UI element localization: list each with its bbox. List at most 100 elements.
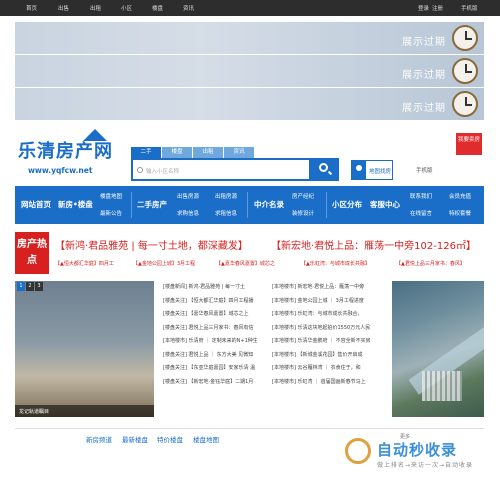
nav-rent-listings[interactable]: 出租房源 [215,192,237,200]
nav-new-house[interactable]: 新房•楼盘 [58,199,93,210]
search-tab-property[interactable]: 楼盘 [162,147,192,158]
search-button[interactable] [311,158,339,181]
tab-latest-properties[interactable]: 最新楼盘 [122,434,148,444]
list-item[interactable]: [楼盘关注] 君悦上品三月家书：春风有信 [163,322,277,336]
hot-headline-2[interactable]: 【新宏地·君悦上品：雁荡一中旁102-126㎡】 [271,237,476,252]
top-mobile-link[interactable]: 手机版 [461,4,478,12]
top-nav-bar: 首页 出售 出租 小区 楼盘 资讯 登录 注册 手机版 [0,0,500,16]
list-item[interactable]: [本地楼市] 云谷雁林湾 ｜ 衣食住于，和 [272,362,386,376]
nav-divider [247,192,248,218]
login-link[interactable]: 登录 [418,4,429,12]
map-search-button[interactable]: 地图找房 [351,160,393,180]
nav-service[interactable]: 客服中心 [370,199,400,210]
top-link-news[interactable]: 资讯 [183,4,194,12]
nav-divider [326,192,327,218]
list-item[interactable]: [本地楼市] 乐清华金鹏府 ｜ 不容全新不买房 [272,335,386,349]
watermark: 自动秒收录 做上排名→来访一次→自动收录 [345,438,495,478]
aerial-city-image[interactable] [392,281,484,417]
ad-expired-label: 展示过期 [402,37,446,48]
register-link[interactable]: 注册 [432,4,443,12]
search-tab-news[interactable]: 资讯 [224,147,254,158]
clock-icon [452,91,478,117]
tab-special-price[interactable]: 特价楼盘 [157,434,183,444]
top-link-property[interactable]: 楼盘 [152,4,163,12]
ad-banner-3[interactable]: 展示过期 [15,88,484,120]
watermark-title: 自动秒收录 [377,441,458,459]
clock-icon [452,25,478,51]
hot-tag: 房产热点 [15,232,49,274]
ad-banner-1[interactable]: 展示过期 [15,22,484,54]
nav-property-map[interactable]: 楼盘地图 [100,192,122,200]
list-item[interactable]: [本地楼市] 乐清府 ｜ 定制未来的N+1种生 [163,335,277,349]
clock-icon [452,58,478,84]
search-input[interactable]: 输入小区名称 [131,158,311,181]
nav-home[interactable]: 网站首页 [21,199,51,210]
list-item[interactable]: [楼盘关注] 【恒大都汇华庭】四月工程播 [163,295,277,309]
magnifier-icon [319,163,328,172]
nav-sale-listings[interactable]: 出售房源 [177,192,199,200]
watermark-logo-icon [345,438,371,464]
nav-communities[interactable]: 小区分布 [332,199,362,210]
mobile-version-link[interactable]: 手机版 [416,166,433,174]
nav-second-hand[interactable]: 二手房产 [137,199,167,210]
hot-link[interactable]: 【▲嘉华春风嘉置】城芯之 [216,260,275,267]
slide-pager: 123 [17,282,44,291]
hot-link[interactable]: 【▲金地公园上城】3月工程 [133,260,195,267]
site-logo[interactable]: 乐清房产网 [18,137,113,163]
search-icon [137,167,143,173]
slide-page-3[interactable]: 3 [35,282,43,291]
nav-rent-wanted[interactable]: 求租信息 [215,209,237,217]
list-item[interactable]: [本地楼市] 乐清这块地起拍价1550万元人民 [272,322,386,336]
nav-broker[interactable]: 房产经纪 [292,192,314,200]
hot-link[interactable]: 【▲君悦上品三月家书：春风】 [396,260,465,267]
ad-expired-label: 展示过期 [402,103,446,114]
list-item[interactable]: [本地楼市] 乐虹湾：与城市成长共融合， [272,308,386,322]
list-item[interactable]: [楼盘关注] 【新宏地·金钰华庭】二期1月 [163,376,277,390]
list-item[interactable]: [楼盘关注] 【嘉华春风嘉置】城芯之上 [163,308,277,322]
main-nav: 网站首页 新房•楼盘 楼盘地图 最新公告 二手房产 出售房源 求购信息 出租房源… [15,186,484,224]
tab-new-house-channel[interactable]: 新房频道 [86,434,112,444]
ad-expired-label: 展示过期 [402,70,446,81]
hot-properties: 房产热点 【新鸿·君品雅苑 | 每一寸土地，都深藏发】 【新宏地·君悦上品：雁荡… [15,232,484,274]
nav-recharge[interactable]: 会员充值 [449,192,471,200]
list-item[interactable]: [本地楼市] 乐虹湾 ｜ 首届国画新春节马上 [272,376,386,390]
map-search-label: 地图找房 [369,169,392,175]
search-placeholder: 输入小区名称 [146,169,180,175]
top-link-sale[interactable]: 出售 [58,4,69,12]
list-item[interactable]: [楼盘关注] 君悦上品 ｜ 东方大美 见微知 [163,349,277,363]
news-slideshow[interactable]: 123 龙记轨道瞩目 [15,281,154,417]
list-item[interactable]: [本地楼市] 新宏地·君悦上品：雁荡一中旁 [272,281,386,295]
map-pin-icon [352,161,366,179]
news-list-2: [本地楼市] 新宏地·君悦上品：雁荡一中旁 [本地楼市] 金地公园上城 ｜ 3月… [272,281,386,389]
nav-vip-package[interactable]: 特权套餐 [449,209,471,217]
nav-notice[interactable]: 最新公告 [100,209,122,217]
slide-page-1[interactable]: 1 [17,282,25,291]
site-url: www.yqfcw.net [28,166,93,175]
nav-contact[interactable]: 联系我们 [410,192,432,200]
news-list-1: [楼盘新闻] 新鸿·君品雅苑 | 每一寸土 [楼盘关注] 【恒大都汇华庭】四月工… [163,281,277,389]
hot-headline-1[interactable]: 【新鸿·君品雅苑 | 每一寸土地，都深藏发】 [55,237,248,252]
nav-message[interactable]: 在线留言 [410,209,432,217]
nav-decoration[interactable]: 装修设计 [292,209,314,217]
nav-wanted[interactable]: 求购信息 [177,209,199,217]
ad-banner-2[interactable]: 展示过期 [15,55,484,87]
list-item[interactable]: [本地楼市] 【新城金溪花园】售价开启成 [272,349,386,363]
list-item[interactable]: [本地楼市] 金地公园上城 ｜ 3月工程进度 [272,295,386,309]
slide-page-2[interactable]: 2 [26,282,34,291]
nav-agents[interactable]: 中介名录 [254,199,284,210]
slide-caption: 龙记轨道瞩目 [15,405,154,417]
list-item[interactable]: [楼盘新闻] 新鸿·君品雅苑 | 每一寸土 [163,281,277,295]
top-link-home[interactable]: 首页 [26,4,37,12]
top-link-rent[interactable]: 出租 [90,4,101,12]
buildings-shape [422,371,462,401]
hot-link[interactable]: 【▲恒大都汇华庭】四月工 [55,260,114,267]
search-tab-rent[interactable]: 出租 [193,147,223,158]
sell-house-badge[interactable]: 我要卖房 [456,133,482,155]
hot-link[interactable]: 【▲乐虹湾：与城市成长共融】 [301,260,370,267]
tab-property-map[interactable]: 楼盘地图 [193,434,219,444]
top-link-community[interactable]: 小区 [121,4,132,12]
list-item[interactable]: [楼盘关注] 【东亚华庭嘉园】安家乐清 温 [163,362,277,376]
watermark-subtitle: 做上排名→来访一次→自动收录 [377,462,474,469]
search-tab-secondhand[interactable]: 二手 [131,147,161,158]
nav-divider [131,192,132,218]
